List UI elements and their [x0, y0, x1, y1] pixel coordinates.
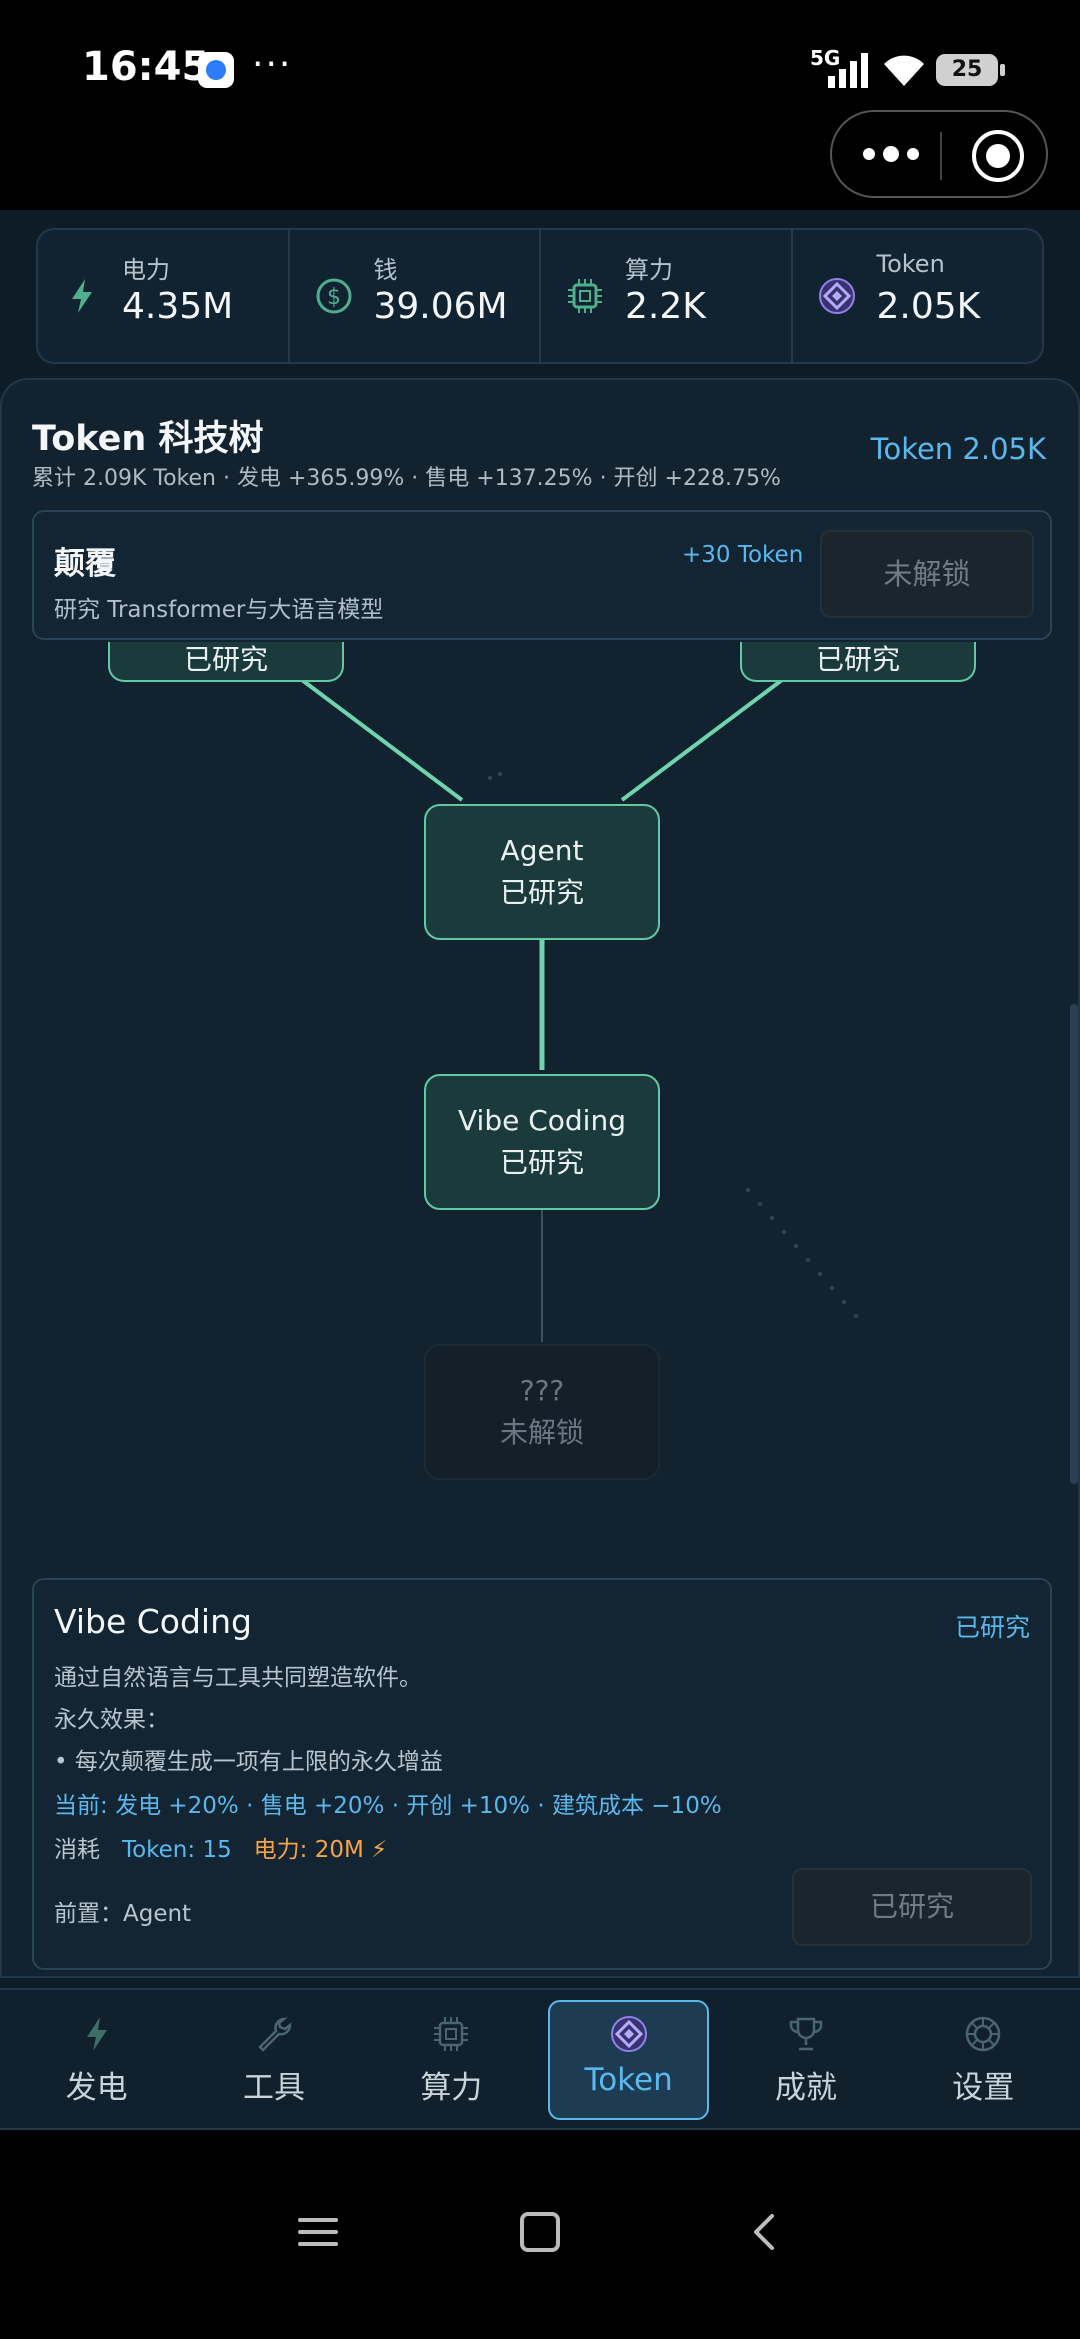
node-name: Agent: [500, 834, 584, 867]
tab-label: 算力: [420, 2070, 483, 2106]
detail-description: 通过自然语言与工具共同塑造软件。: [54, 1665, 422, 1691]
detail-current-value: 发电 +20% · 售电 +20% · 开创 +10% · 建筑成本 −10%: [115, 1793, 722, 1819]
connector-line: [620, 678, 784, 802]
signal-icon: [828, 53, 868, 88]
resource-label: Token: [876, 250, 945, 278]
resource-compute: 算力 2.2K: [541, 230, 793, 362]
resource-token: Token 2.05K: [793, 230, 1043, 362]
resource-bar: 电力 4.35M $ 钱 39.06M 算力 2.2K Token 2.05K: [36, 228, 1044, 364]
tab-label: 发电: [65, 2070, 128, 2106]
wrench-icon: [258, 2017, 292, 2052]
tab-label: 成就: [774, 2070, 837, 2106]
node-status: 已研究: [499, 876, 584, 909]
tree-node-locked[interactable]: ??? 未解锁: [424, 1344, 660, 1480]
detail-prereq: 前置：Agent: [54, 1901, 192, 1927]
connector-line: [300, 678, 464, 802]
detail-cost-power: 电力: 20M ⚡: [253, 1837, 388, 1863]
home-icon[interactable]: [518, 2210, 562, 2254]
tab-achievements[interactable]: 成就: [717, 1990, 894, 2128]
more-menu-icon[interactable]: [856, 134, 926, 174]
tab-compute[interactable]: 算力: [363, 1990, 540, 2128]
detail-cost: 消耗 Token: 15 电力: 20M ⚡: [54, 1830, 387, 1864]
detail-status: 已研究: [954, 1613, 1030, 1642]
status-more-icon: ···: [252, 44, 293, 85]
lightning-icon: [86, 2017, 107, 2051]
tech-detail-card: Vibe Coding 已研究 通过自然语言与工具共同塑造软件。 永久效果： •…: [32, 1578, 1052, 1970]
battery-icon: 25: [936, 54, 1005, 86]
researched-button[interactable]: 已研究: [792, 1868, 1032, 1946]
token-icon: [610, 2016, 647, 2052]
bottom-nav: 发电 工具 算力 Token 成就 设置: [0, 1988, 1080, 2130]
node-status: 已研究: [183, 643, 268, 676]
tab-settings[interactable]: 设置: [895, 1990, 1072, 2128]
back-icon[interactable]: [742, 2210, 786, 2254]
resource-value: 2.05K: [876, 286, 981, 327]
resource-money: $ 钱 39.06M: [290, 230, 541, 362]
next-research-title: 颠覆: [54, 546, 116, 582]
miniprogram-capsule: [830, 110, 1048, 198]
tree-node-researched[interactable]: 已研究: [740, 642, 976, 682]
unlock-button[interactable]: 未解锁: [820, 530, 1034, 618]
resource-label: 算力: [625, 256, 673, 284]
lightning-icon: [72, 279, 92, 313]
tab-token[interactable]: Token: [540, 1990, 717, 2128]
token-balance: Token 2.05K: [870, 432, 1046, 466]
status-time: 16:45: [82, 44, 210, 90]
tab-label: 设置: [952, 2070, 1015, 2106]
chip-icon: [568, 279, 602, 313]
next-research-card: 颠覆 研究 Transformer与大语言模型 +30 Token 未解锁: [32, 510, 1052, 640]
dollar-icon: $: [316, 278, 351, 314]
token-icon: [818, 278, 855, 314]
app-notification-icon: [198, 52, 234, 88]
close-miniprogram-icon[interactable]: [972, 130, 1024, 182]
tree-node-researched[interactable]: 已研究: [108, 642, 344, 682]
tree-node-vibe-coding[interactable]: Vibe Coding 已研究: [424, 1074, 660, 1210]
resource-label: 钱: [373, 256, 398, 284]
node-name: ???: [519, 1374, 565, 1407]
chip-icon: [434, 2017, 469, 2051]
detail-cost-label: 消耗: [54, 1837, 100, 1863]
next-research-description: 研究 Transformer与大语言模型: [54, 597, 384, 623]
tech-tree-panel: Token 科技树 Token 2.05K 累计 2.09K Token · 发…: [0, 378, 1080, 1978]
node-name: Vibe Coding: [458, 1104, 626, 1137]
resource-value: 2.2K: [625, 286, 706, 327]
detail-current-label: 当前:: [54, 1793, 108, 1819]
next-research-reward: +30 Token: [682, 542, 804, 568]
trophy-icon: [789, 2017, 823, 2051]
resource-label: 电力: [122, 256, 170, 284]
panel-summary: 累计 2.09K Token · 发电 +365.99% · 售电 +137.2…: [32, 466, 781, 491]
app-content: 电力 4.35M $ 钱 39.06M 算力 2.2K Token 2.05K …: [0, 210, 1080, 2130]
node-status: 已研究: [815, 643, 900, 676]
menu-icon[interactable]: [296, 2210, 340, 2254]
gear-icon: [966, 2016, 1001, 2052]
system-nav-bar: [0, 2130, 1080, 2339]
detail-effect-item: • 每次颠覆生成一项有上限的永久增益: [54, 1749, 443, 1775]
detail-effects-title: 永久效果：: [54, 1707, 169, 1733]
capsule-divider: [940, 132, 942, 180]
tree-node-agent[interactable]: Agent 已研究: [424, 804, 660, 940]
detail-cost-token: Token: 15: [121, 1837, 232, 1863]
tab-label: Token: [584, 2062, 673, 2098]
tab-label: 工具: [242, 2070, 305, 2106]
node-status: 未解锁: [499, 1416, 584, 1449]
detail-current: 当前: 发电 +20% · 售电 +20% · 开创 +10% · 建筑成本 −…: [54, 1786, 722, 1820]
wifi-icon: [884, 55, 924, 86]
resource-power: 电力 4.35M: [38, 230, 290, 362]
resource-value: 4.35M: [122, 286, 234, 327]
node-status: 已研究: [499, 1146, 584, 1179]
svg-text:$: $: [327, 285, 341, 310]
detail-name: Vibe Coding: [54, 1602, 252, 1641]
tab-power[interactable]: 发电: [8, 1990, 185, 2128]
scrollbar[interactable]: [1070, 1004, 1078, 1484]
panel-title: Token 科技树: [32, 419, 264, 459]
resource-value: 39.06M: [373, 286, 508, 327]
tab-tools[interactable]: 工具: [185, 1990, 362, 2128]
